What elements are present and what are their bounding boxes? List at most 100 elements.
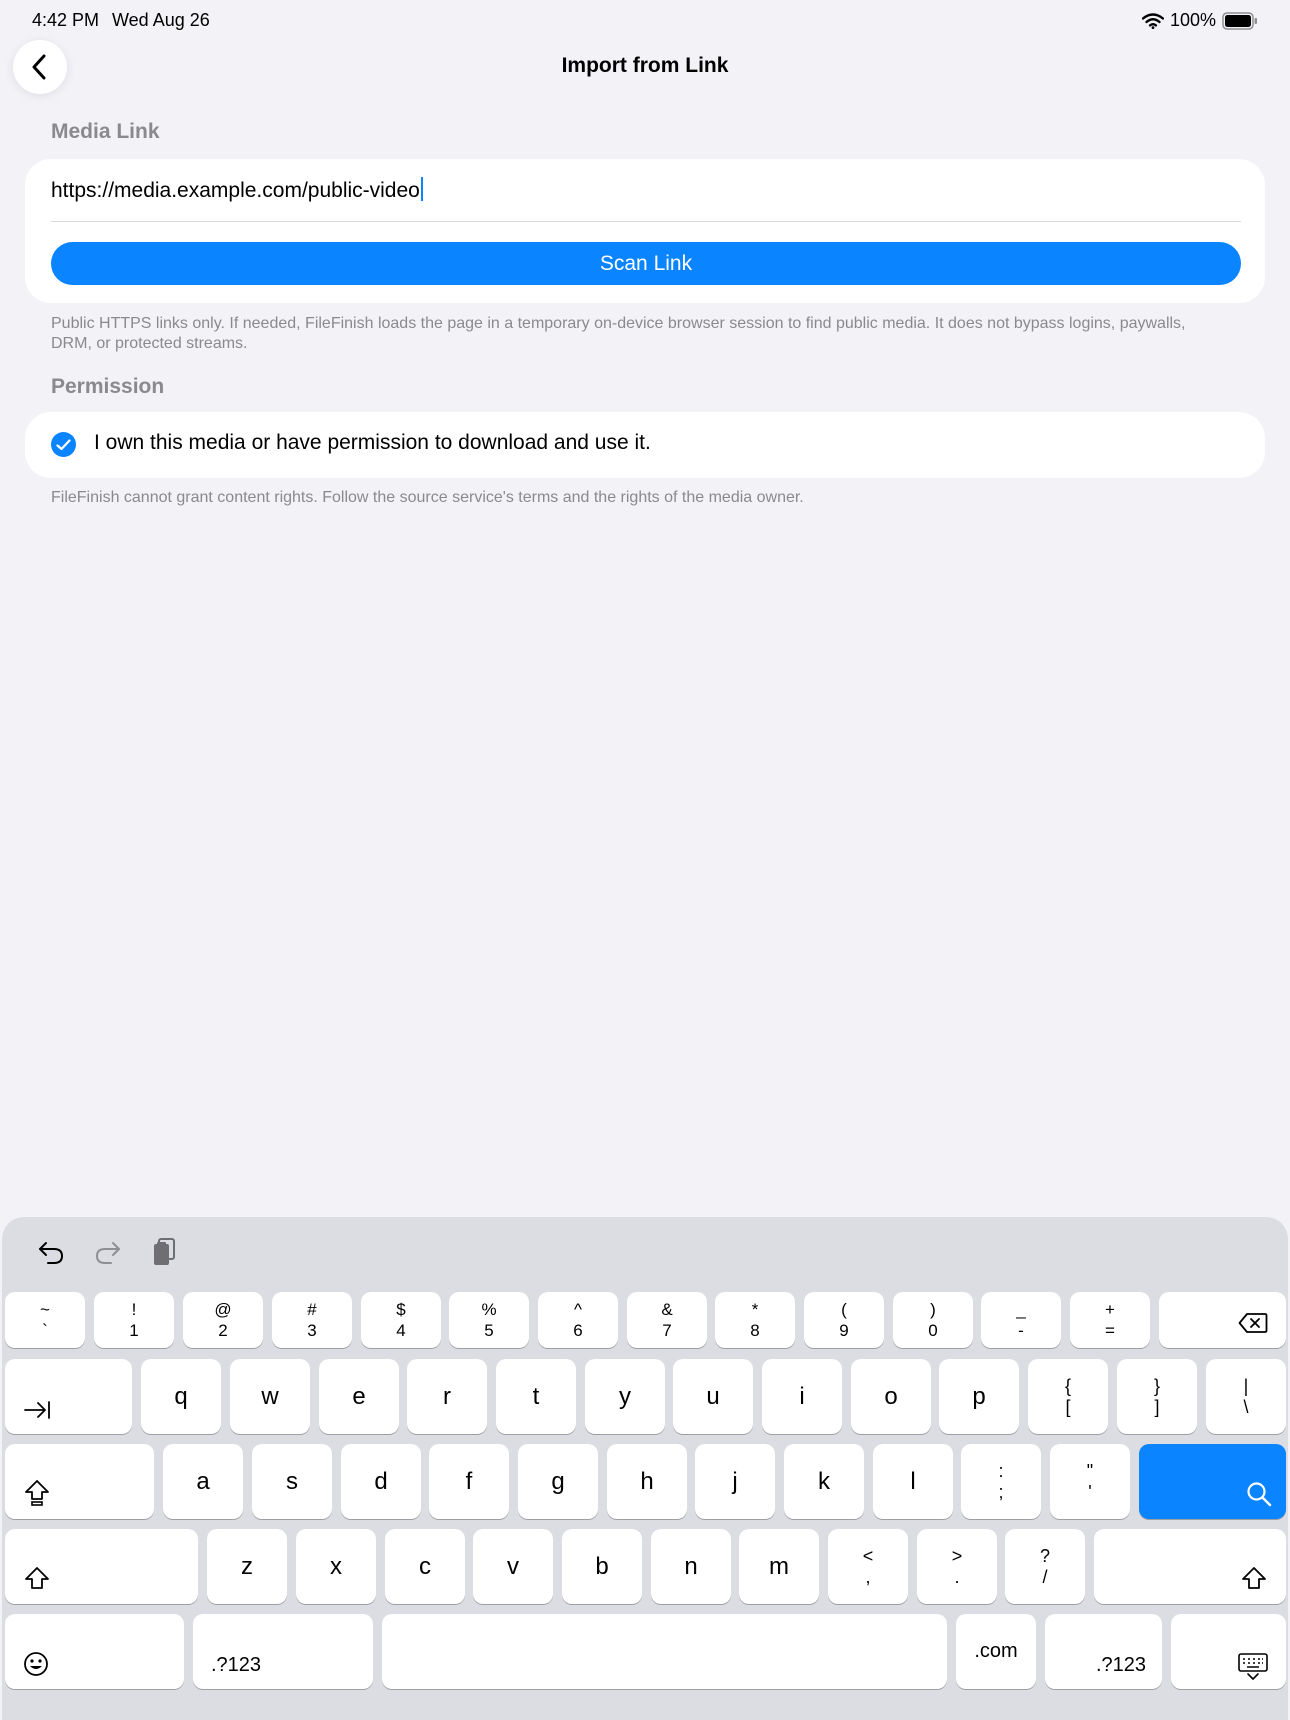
- key-q[interactable]: q: [141, 1359, 221, 1434]
- permission-checkbox[interactable]: [51, 432, 76, 457]
- key-label-bottom: .: [954, 1566, 960, 1587]
- key-n[interactable]: n: [651, 1529, 731, 1604]
- key-backtick[interactable]: ~ `: [5, 1292, 85, 1348]
- key-label-top: }: [1153, 1375, 1160, 1396]
- emoji-key[interactable]: [5, 1614, 184, 1689]
- key-r[interactable]: r: [407, 1359, 487, 1434]
- key-v[interactable]: v: [473, 1529, 553, 1604]
- key-6[interactable]: ^ 6: [538, 1292, 618, 1348]
- redo-button[interactable]: [91, 1235, 125, 1269]
- numbers-key-right[interactable]: .?123: [1045, 1614, 1162, 1689]
- key-m[interactable]: m: [739, 1529, 819, 1604]
- key-quote[interactable]: " ': [1050, 1444, 1130, 1519]
- key-label-top: &: [661, 1300, 673, 1319]
- key-e[interactable]: e: [319, 1359, 399, 1434]
- key-slash[interactable]: ? /: [1005, 1529, 1085, 1604]
- paste-button[interactable]: [147, 1235, 181, 1269]
- key-open-brace[interactable]: {[: [1028, 1359, 1108, 1434]
- key-label-bottom: ]: [1154, 1396, 1160, 1417]
- search-icon: [1247, 1482, 1272, 1507]
- key-4[interactable]: $4: [361, 1292, 441, 1348]
- key-label: q: [174, 1382, 188, 1410]
- key-label: v: [507, 1552, 519, 1580]
- permission-card[interactable]: I own this media or have permission to d…: [25, 412, 1265, 478]
- key-a[interactable]: a: [163, 1444, 243, 1519]
- clipboard-icon: [154, 1238, 175, 1265]
- key-x[interactable]: x: [296, 1529, 376, 1604]
- keyboard-dismiss-icon: [1238, 1653, 1268, 1680]
- key-label: z: [241, 1552, 253, 1580]
- key-9[interactable]: (9: [804, 1292, 884, 1348]
- key-i[interactable]: i: [762, 1359, 842, 1434]
- key-f[interactable]: f: [429, 1444, 509, 1519]
- shift-key-right[interactable]: [1094, 1529, 1286, 1604]
- dismiss-keyboard-key[interactable]: [1171, 1614, 1286, 1689]
- delete-key[interactable]: [1159, 1292, 1286, 1348]
- key-t[interactable]: t: [496, 1359, 576, 1434]
- key-l[interactable]: l: [873, 1444, 953, 1519]
- url-input-value: https://media.example.com/public-video: [51, 179, 420, 202]
- key-y[interactable]: y: [585, 1359, 665, 1434]
- emoji-icon: [24, 1652, 48, 1676]
- key-8[interactable]: * 8: [715, 1292, 795, 1348]
- permission-section-label: Permission: [51, 375, 165, 398]
- space-key[interactable]: [382, 1614, 947, 1689]
- key-u[interactable]: u: [673, 1359, 753, 1434]
- key-period[interactable]: >.: [917, 1529, 997, 1604]
- key-5[interactable]: % 5: [449, 1292, 529, 1348]
- key-close-brace[interactable]: }]: [1117, 1359, 1197, 1434]
- key-w[interactable]: w: [230, 1359, 310, 1434]
- undo-button[interactable]: [34, 1235, 68, 1269]
- key-2[interactable]: @2: [183, 1292, 263, 1348]
- key-label-top: *: [751, 1300, 759, 1319]
- key-k[interactable]: k: [784, 1444, 864, 1519]
- dotcom-key[interactable]: .com: [956, 1614, 1036, 1689]
- key-backslash[interactable]: | \: [1206, 1359, 1286, 1434]
- key-s[interactable]: s: [252, 1444, 332, 1519]
- search-key[interactable]: [1139, 1444, 1286, 1519]
- key-comma[interactable]: <,: [828, 1529, 908, 1604]
- key-h[interactable]: h: [607, 1444, 687, 1519]
- numbers-key-left[interactable]: .?123: [193, 1614, 373, 1689]
- key-label: .?123: [211, 1654, 262, 1676]
- key-minus[interactable]: _ -: [981, 1292, 1061, 1348]
- key-c[interactable]: c: [385, 1529, 465, 1604]
- key-label: e: [352, 1382, 366, 1410]
- key-d[interactable]: d: [341, 1444, 421, 1519]
- key-label: w: [261, 1382, 279, 1410]
- scan-link-button[interactable]: Scan Link: [51, 242, 1241, 285]
- key-j[interactable]: j: [695, 1444, 775, 1519]
- key-o[interactable]: o: [851, 1359, 931, 1434]
- key-label-top: ?: [1039, 1545, 1050, 1566]
- key-label-top: ): [930, 1300, 936, 1319]
- checkmark-icon: [56, 438, 71, 450]
- key-label-bottom: 3: [307, 1321, 317, 1340]
- permission-checkbox-label: I own this media or have permission to d…: [94, 431, 651, 454]
- key-1[interactable]: ! 1: [94, 1292, 174, 1348]
- key-z[interactable]: z: [207, 1529, 287, 1604]
- key-equals[interactable]: + =: [1070, 1292, 1150, 1348]
- battery-percent: 100%: [1169, 10, 1216, 30]
- key-label-bottom: 5: [484, 1321, 494, 1340]
- caps-lock-key[interactable]: [5, 1444, 154, 1519]
- key-semicolon[interactable]: :;: [961, 1444, 1041, 1519]
- key-label-top: ~: [40, 1300, 50, 1319]
- key-7[interactable]: & 7: [627, 1292, 707, 1348]
- key-label-bottom: 7: [662, 1321, 672, 1340]
- key-b[interactable]: b: [562, 1529, 642, 1604]
- key-0[interactable]: ) 0: [893, 1292, 973, 1348]
- url-input[interactable]: https://media.example.com/public-video: [51, 177, 423, 203]
- key-label: .com: [974, 1640, 1018, 1662]
- key-3[interactable]: #3: [272, 1292, 352, 1348]
- media-link-footnote: Public HTTPS links only. If needed, File…: [51, 315, 1186, 352]
- tab-key[interactable]: [5, 1359, 132, 1434]
- key-label-top: $: [396, 1300, 406, 1319]
- media-link-section-label: Media Link: [51, 120, 160, 143]
- key-p[interactable]: p: [939, 1359, 1019, 1434]
- shift-key-left[interactable]: [5, 1529, 198, 1604]
- key-label-top: {: [1064, 1375, 1071, 1396]
- key-label: r: [443, 1382, 451, 1410]
- key-g[interactable]: g: [518, 1444, 598, 1519]
- battery-icon: [1222, 11, 1257, 30]
- keyboard: ~ ` ! 1 @2 #3 $4 % 5 ^ 6 & 7 * 8 (9 ) 0 _ - + = q…: [2, 1217, 1288, 1720]
